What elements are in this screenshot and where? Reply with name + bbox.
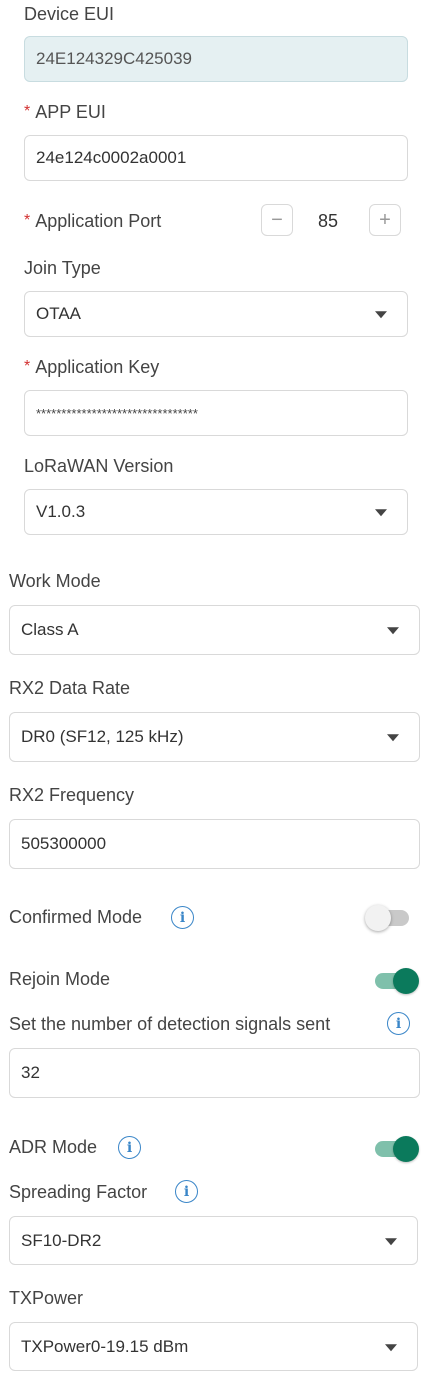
lorawan-version-select[interactable]: V1.0.3: [24, 489, 408, 535]
tx-power-select[interactable]: TXPower0-19.15 dBm: [9, 1322, 418, 1371]
chevron-down-icon: [385, 1237, 397, 1245]
adr-mode-label: ADR Mode: [9, 1137, 98, 1157]
app-eui-label-text: APP EUI: [35, 102, 106, 122]
tx-power-label: TXPower: [9, 1288, 84, 1308]
confirmed-mode-label: Confirmed Mode: [9, 907, 143, 927]
spreading-factor-value: SF10-DR2: [21, 1230, 102, 1250]
toggle-knob: [393, 1136, 419, 1162]
tx-power-value: TXPower0-19.15 dBm: [21, 1336, 189, 1356]
lorawan-version-value: V1.0.3: [36, 502, 86, 521]
spreading-factor-label: Spreading Factor: [9, 1182, 148, 1202]
chevron-down-icon: [375, 509, 387, 517]
detection-signals-value: 32: [21, 1063, 40, 1082]
toggle-knob: [365, 905, 391, 931]
detection-signals-input[interactable]: 32: [9, 1048, 420, 1098]
device-eui-field: 24E124329C425039: [24, 36, 408, 82]
chevron-down-icon: [387, 627, 399, 635]
application-port-label-text: Application Port: [35, 211, 162, 231]
app-eui-input[interactable]: 24e124c0002a0001: [24, 135, 408, 181]
chevron-down-icon: [387, 734, 399, 742]
rx2-frequency-label: RX2 Frequency: [9, 785, 135, 805]
rx2-frequency-input[interactable]: 505300000: [9, 819, 420, 869]
required-mark: *: [24, 358, 31, 375]
application-key-label-text: Application Key: [35, 357, 160, 377]
info-icon[interactable]: i: [175, 1180, 198, 1203]
port-decrement-button[interactable]: −: [261, 204, 293, 236]
join-type-value: OTAA: [36, 304, 82, 323]
info-icon[interactable]: i: [387, 1012, 410, 1035]
info-icon[interactable]: i: [171, 906, 194, 929]
application-port-label: * Application Port: [24, 211, 161, 232]
application-key-input[interactable]: ********************************: [24, 390, 408, 436]
application-key-label: * Application Key: [24, 357, 159, 378]
required-mark: *: [24, 103, 31, 120]
join-type-select[interactable]: OTAA: [24, 291, 408, 337]
chevron-down-icon: [385, 1343, 397, 1351]
chevron-down-icon: [375, 311, 387, 319]
port-value[interactable]: 85: [318, 211, 338, 232]
port-increment-button[interactable]: +: [369, 204, 401, 236]
work-mode-select[interactable]: Class A: [9, 605, 420, 655]
toggle-knob: [393, 968, 419, 994]
work-mode-label: Work Mode: [9, 571, 101, 591]
info-icon[interactable]: i: [118, 1136, 141, 1159]
adr-mode-toggle[interactable]: [375, 1136, 419, 1162]
rx2-frequency-value: 505300000: [21, 834, 107, 853]
required-mark: *: [24, 212, 31, 229]
rx2-data-rate-value: DR0 (SF12, 125 kHz): [21, 727, 184, 746]
rx2-data-rate-label: RX2 Data Rate: [9, 678, 131, 698]
app-eui-value: 24e124c0002a0001: [36, 148, 187, 167]
device-eui-label: Device EUI: [24, 4, 115, 24]
spreading-factor-select[interactable]: SF10-DR2: [9, 1216, 418, 1265]
lorawan-version-label: LoRaWAN Version: [24, 456, 174, 476]
rx2-data-rate-select[interactable]: DR0 (SF12, 125 kHz): [9, 712, 420, 762]
device-eui-value: 24E124329C425039: [36, 49, 192, 68]
detection-signals-label: Set the number of detection signals sent: [9, 1014, 331, 1034]
rejoin-mode-toggle[interactable]: [375, 968, 419, 994]
join-type-label: Join Type: [24, 258, 101, 278]
app-eui-label: * APP EUI: [24, 102, 106, 123]
rejoin-mode-label: Rejoin Mode: [9, 969, 111, 989]
work-mode-value: Class A: [21, 620, 79, 639]
confirmed-mode-toggle[interactable]: [365, 905, 409, 931]
application-key-value: ********************************: [36, 405, 198, 421]
